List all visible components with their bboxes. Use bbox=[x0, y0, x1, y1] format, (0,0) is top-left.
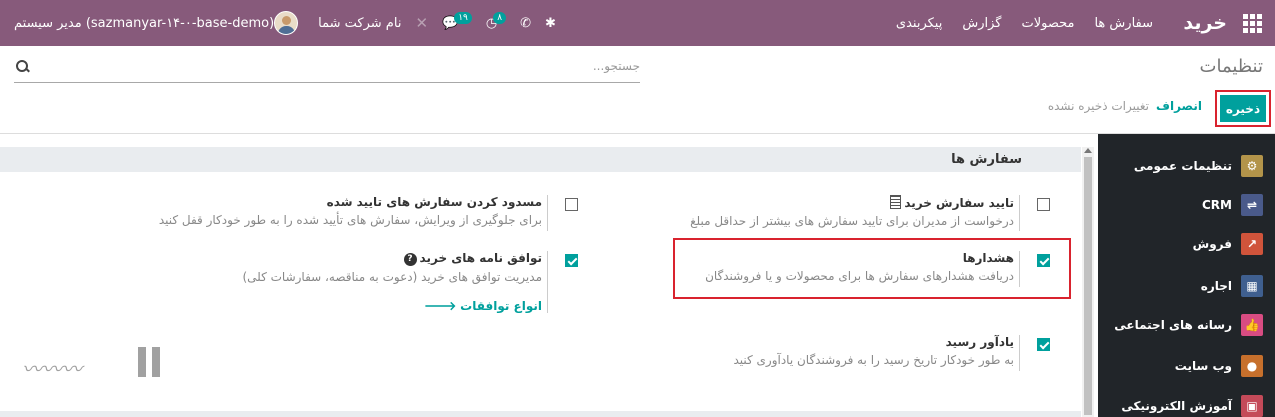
po-approval-desc: درخواست از مدیران برای تایید سفارش های ب… bbox=[690, 214, 1014, 228]
watermark-script-icon: 〰〰〰 bbox=[22, 357, 82, 381]
scroll-thumb[interactable] bbox=[1084, 157, 1092, 415]
sidebar-item-social-media[interactable]: 👍 رسانه های اجتماعی bbox=[1098, 305, 1275, 344]
watermark-mark-icon bbox=[138, 347, 160, 377]
sidebar-item-label: تنظیمات عمومی bbox=[1133, 158, 1232, 173]
lock-orders-title: مسدود کردن سفارش های تایید شده bbox=[326, 195, 542, 209]
setting-lock-orders: مسدود کردن سفارش های تایید شده برای جلوگ… bbox=[159, 195, 542, 227]
sidebar-item-label: رسانه های اجتماعی bbox=[1114, 317, 1232, 332]
lock-orders-desc: برای جلوگیری از ویرایش، سفارش های تأیید … bbox=[158, 213, 542, 227]
gear-icon: ⚙ bbox=[1241, 154, 1263, 177]
agreement-types-link[interactable]: انواع توافقات bbox=[460, 299, 542, 313]
handshake-icon: ⇌ bbox=[1241, 193, 1263, 216]
sidebar-item-label: فروش bbox=[1192, 236, 1232, 251]
company-switcher[interactable]: نام شرکت شما bbox=[318, 16, 401, 31]
menu-reporting[interactable]: گزارش bbox=[962, 16, 1001, 31]
sidebar-item-crm[interactable]: ⇌ CRM bbox=[1098, 185, 1275, 224]
main-menu: سفارش ها محصولات گزارش پیکربندی bbox=[876, 0, 1153, 46]
messages-menu[interactable]: 💬 ۱۹ bbox=[442, 12, 472, 31]
close-icon[interactable]: ✕ bbox=[415, 14, 428, 32]
sidebar-item-label: CRM bbox=[1202, 197, 1232, 212]
messages-badge: ۱۹ bbox=[454, 12, 472, 24]
menu-configuration[interactable]: پیکربندی bbox=[896, 16, 942, 31]
save-button-highlight: ذخیره bbox=[1215, 90, 1271, 127]
sidebar-item-general-settings[interactable]: ⚙ تنظیمات عمومی bbox=[1098, 146, 1275, 185]
menu-orders[interactable]: سفارش ها bbox=[1094, 16, 1153, 31]
search-bar bbox=[14, 55, 640, 83]
activities-badge: ۸ bbox=[493, 12, 507, 24]
setting-agreements: توافق نامه های خرید? مدیریت توافق های خر… bbox=[242, 251, 542, 313]
top-navbar: خرید سفارش ها محصولات گزارش پیکربندی مدی… bbox=[0, 0, 1275, 46]
sidebar-item-label: وب سایت bbox=[1174, 358, 1232, 373]
watermark-logo: 〰〰〰 bbox=[22, 347, 172, 397]
warnings-highlight bbox=[673, 238, 1071, 299]
phone-icon[interactable]: ✆ bbox=[520, 16, 531, 31]
chart-icon: ↗ bbox=[1241, 232, 1263, 255]
agreements-title: توافق نامه های خرید bbox=[419, 251, 542, 265]
elearning-icon: ▣ bbox=[1241, 394, 1263, 417]
section-title: سفارش ها bbox=[951, 152, 1022, 167]
scrollbar[interactable] bbox=[1082, 147, 1094, 417]
sidebar-item-label: آموزش الکترونیکی bbox=[1121, 398, 1232, 413]
receipt-reminder-checkbox[interactable] bbox=[1037, 338, 1050, 351]
page-title: تنظیمات bbox=[1199, 56, 1263, 77]
setting-divider bbox=[1019, 195, 1020, 231]
sidebar-item-elearning[interactable]: ▣ آموزش الکترونیکی bbox=[1098, 386, 1275, 417]
company-label: نام شرکت شما bbox=[318, 15, 402, 31]
arrow-right-icon: 🡒 bbox=[424, 299, 457, 313]
search-icon[interactable] bbox=[16, 60, 29, 73]
apps-menu-icon[interactable] bbox=[1243, 0, 1263, 46]
setting-receipt-reminder: یادآور رسید به طور خودکار تاریخ رسید را … bbox=[733, 335, 1014, 367]
po-approval-title: تایید سفارش خرید bbox=[904, 196, 1014, 210]
agreement-types-link-row: انواع توافقات 🡒 bbox=[242, 298, 542, 313]
control-panel-divider bbox=[0, 133, 1275, 134]
save-button[interactable]: ذخیره bbox=[1220, 95, 1266, 122]
setting-divider bbox=[547, 195, 548, 231]
user-menu[interactable]: مدیر سیستم (sazmanyar-۱۴-۰-base-demo) bbox=[14, 11, 304, 35]
unsaved-changes-label: تغییرات ذخیره نشده bbox=[1047, 99, 1149, 113]
po-approval-checkbox[interactable] bbox=[1037, 198, 1050, 211]
setting-divider bbox=[547, 251, 548, 313]
globe-icon: ● bbox=[1241, 354, 1263, 377]
calculator-icon: ▦ bbox=[1241, 274, 1263, 297]
setting-divider bbox=[1019, 335, 1020, 371]
thumbs-up-icon: 👍 bbox=[1241, 313, 1263, 336]
sidebar-item-website[interactable]: ● وب سایت bbox=[1098, 346, 1275, 385]
discard-button[interactable]: انصراف bbox=[1156, 99, 1202, 113]
sidebar-item-rental[interactable]: ▦ اجاره bbox=[1098, 266, 1275, 305]
menu-products[interactable]: محصولات bbox=[1021, 16, 1074, 31]
help-icon[interactable]: ? bbox=[403, 253, 417, 266]
systray: مدیر سیستم (sazmanyar-۱۴-۰-base-demo) نا… bbox=[14, 0, 570, 46]
agreements-desc: مدیریت توافق های خرید (دعوت به مناقصه، س… bbox=[242, 270, 542, 284]
receipt-reminder-desc: به طور خودکار تاریخ رسید را به فروشندگان… bbox=[733, 353, 1014, 367]
user-label: مدیر سیستم (sazmanyar-۱۴-۰-base-demo) bbox=[14, 15, 275, 31]
sidebar-item-label: اجاره bbox=[1200, 278, 1232, 293]
app-brand[interactable]: خرید bbox=[1183, 0, 1227, 46]
section-bottom-strip bbox=[0, 411, 1081, 417]
sidebar-item-sales[interactable]: ↗ فروش bbox=[1098, 224, 1275, 263]
receipt-reminder-title: یادآور رسید bbox=[945, 335, 1014, 349]
settings-sidebar: ⚙ تنظیمات عمومی ⇌ CRM ↗ فروش ▦ اجاره 👍 ر… bbox=[1098, 134, 1275, 417]
setting-po-approval: تایید سفارش خرید درخواست از مدیران برای … bbox=[690, 195, 1014, 228]
search-input[interactable] bbox=[80, 59, 640, 73]
bug-icon[interactable]: ✱ bbox=[545, 16, 556, 31]
avatar bbox=[274, 11, 299, 35]
section-header: سفارش ها bbox=[0, 147, 1081, 172]
activities-menu[interactable]: ◷ ۸ bbox=[486, 12, 507, 31]
lock-orders-checkbox[interactable] bbox=[565, 198, 578, 211]
building-icon bbox=[890, 195, 902, 209]
agreements-checkbox[interactable] bbox=[565, 254, 578, 267]
scroll-up-icon[interactable] bbox=[1084, 148, 1092, 153]
